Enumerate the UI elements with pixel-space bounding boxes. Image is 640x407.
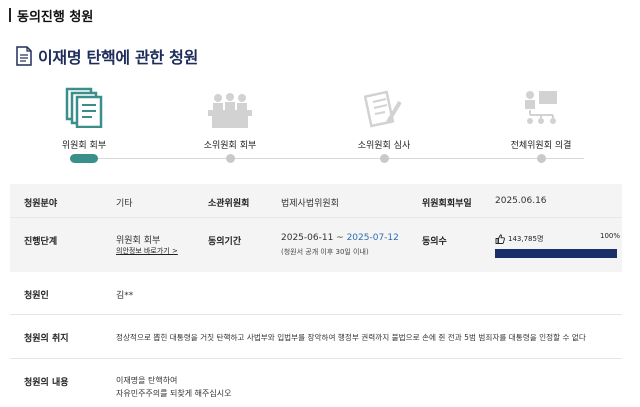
step-label: 위원회 회부 (61, 141, 107, 151)
committee-value: 법제사법위원회 (281, 199, 339, 209)
review-document-icon (364, 90, 402, 128)
petition-title-row: 이재명 탄핵에 관한 청원 (16, 44, 198, 68)
step-label: 소위원회 심사 (357, 141, 411, 151)
field-value: 기타 (116, 199, 133, 209)
step-dot (379, 154, 389, 163)
step-plenary-vote: 전체위원회 의결 (471, 86, 611, 151)
petitioner-label: 청원인 (24, 291, 49, 301)
period-label: 동의기간 (208, 237, 242, 247)
petition-info-table: 청원분야 기타 소관위원회 법제사법위원회 위원회회부일 2025.06.16 … (10, 184, 622, 407)
content-line-2: 자유민주주의를 되찾게 해주십시오 (116, 389, 232, 398)
petitioner-value: 김** (116, 291, 134, 301)
info-summary-band: 청원분야 기타 소관위원회 법제사법위원회 위원회회부일 2025.06.16 … (10, 184, 622, 272)
org-chart-icon (525, 91, 557, 124)
period-start: 2025-06-11 ~ (281, 233, 347, 243)
period-end: 2025-07-12 (346, 233, 399, 243)
document-icon (16, 46, 32, 66)
stage-value: 위원회 회부 (116, 236, 161, 246)
info-row-petitioner: 청원인 김** (10, 272, 622, 315)
step-subcommittee-review: 소위원회 심사 (314, 86, 454, 151)
step-committee-referral: 위원회 회부 (14, 86, 154, 151)
consent-count-wrap: 143,785명 (495, 234, 543, 244)
consent-label: 동의수 (422, 237, 447, 247)
step-dot (536, 154, 546, 163)
section-header-bar (9, 8, 11, 22)
step-dot (225, 154, 235, 163)
purpose-label: 청원의 취지 (24, 334, 69, 344)
thumbs-up-icon (495, 234, 505, 244)
referral-date-value: 2025.06.16 (495, 196, 547, 206)
documents-icon (65, 87, 103, 128)
content-label: 청원의 내용 (24, 378, 69, 388)
field-label: 청원분야 (24, 199, 58, 209)
step-label: 소위원회 회부 (203, 141, 257, 151)
section-header: 동의진행 청원 (9, 6, 94, 25)
committee-label: 소관위원회 (208, 199, 250, 209)
info-row-field: 청원분야 기타 소관위원회 법제사법위원회 위원회회부일 2025.06.16 (10, 184, 622, 218)
info-row-stage: 진행단계 위원회 회부 의안정보 바로가기 > 동의기간 2025-06-11 … (10, 218, 622, 272)
content-line-1: 이재명을 탄핵하여 (116, 376, 178, 385)
petition-title: 이재명 탄핵에 관한 청원 (38, 48, 199, 67)
stage-label: 진행단계 (24, 237, 58, 247)
bill-info-link[interactable]: 의안정보 바로가기 > (116, 246, 178, 256)
consent-count: 143,785명 (508, 235, 544, 243)
step-subcommittee-referral: 소위원회 회부 (160, 86, 300, 151)
referral-date-label: 위원회회부일 (422, 199, 472, 209)
info-row-purpose: 청원의 취지 정상적으로 뽑힌 대통령을 거짓 탄핵하고 사법부와 입법부를 장… (10, 315, 622, 359)
period-note: (청원서 공개 이후 30일 이내) (281, 248, 369, 256)
meeting-table-icon (208, 93, 252, 128)
consent-percent: 100% (600, 232, 621, 240)
consent-progress-fill (495, 249, 617, 258)
consent-progress-bar (495, 249, 617, 258)
info-row-content: 청원의 내용 이재명을 탄핵하여 자유민주주의를 되찾게 해주십시오 (10, 359, 622, 407)
section-title: 동의진행 청원 (17, 9, 94, 25)
progress-steps: 위원회 회부 소위원회 회부 소위원회 심사 전체위원회 의결 (0, 86, 640, 166)
step-label: 전체위원회 의결 (510, 141, 572, 151)
step-dot-active (70, 154, 98, 163)
purpose-value: 정상적으로 뽑힌 대통령을 거짓 탄핵하고 사법부와 입법부를 장악하여 행정부… (116, 333, 586, 342)
period-value: 2025-06-11 ~ 2025-07-12 (281, 233, 399, 243)
steps-track (84, 158, 584, 159)
